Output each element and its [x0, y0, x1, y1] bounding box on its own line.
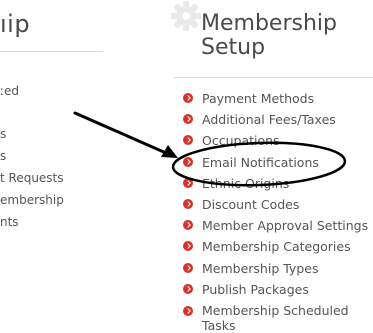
menu-item-label: Membership Categories — [202, 239, 351, 255]
menu-item-membership-scheduled-tasks[interactable]: Membership Scheduled Tasks — [170, 300, 373, 333]
menu-item-discount-codes[interactable]: Discount Codes — [170, 194, 373, 215]
menu-item-label: Email Notifications — [202, 154, 319, 170]
left-panel-divider — [0, 51, 103, 52]
chevron-circle-right-icon — [183, 262, 193, 273]
menu-item-label: Additional Fees/Taxes — [202, 112, 336, 128]
menu-item-label: Membership Types — [202, 260, 319, 276]
menu-item-membership-categories[interactable]: Membership Categories — [170, 236, 373, 257]
menu-item-label: Ethnic Origins — [202, 175, 290, 191]
chevron-circle-right-icon — [183, 93, 193, 103]
chevron-circle-right-icon — [183, 283, 193, 294]
chevron-circle-right-icon — [183, 114, 193, 125]
gear-icon — [171, 1, 201, 31]
membership-setup-menu: Payment Methods Additional Fees/Taxes Oc… — [170, 88, 373, 333]
left-panel-item[interactable]: t Requests — [0, 171, 64, 185]
menu-item-label: Payment Methods — [202, 91, 315, 106]
menu-item-label: Member Approval Settings — [202, 218, 369, 234]
chevron-circle-right-icon — [183, 156, 193, 167]
left-panel-item[interactable]: embership — [0, 193, 64, 207]
chevron-circle-right-icon — [183, 177, 193, 188]
left-panel-item[interactable]: s — [0, 127, 6, 141]
menu-item-email-notifications[interactable]: Email Notifications — [170, 152, 373, 173]
menu-item-member-approval-settings[interactable]: Member Approval Settings — [170, 215, 373, 236]
chevron-circle-right-icon — [183, 220, 193, 231]
page-title-line-1: Membership — [201, 11, 337, 36]
membership-setup-panel: Membership Setup Payment Methods Additio… — [170, 0, 373, 333]
page-title: Membership Setup — [201, 12, 337, 60]
left-panel-item[interactable]: ːed — [0, 84, 19, 98]
chevron-circle-right-icon — [183, 135, 193, 146]
menu-item-label: Discount Codes — [202, 196, 300, 212]
menu-item-additional-fees-taxes[interactable]: Additional Fees/Taxes — [170, 109, 373, 130]
left-panel-item[interactable]: s — [0, 149, 6, 163]
left-panel: ıip ːed s s t Requests embership nts — [0, 0, 105, 333]
menu-item-label: Membership Scheduled Tasks — [202, 302, 349, 333]
left-panel-item[interactable]: nts — [0, 215, 19, 229]
menu-item-occupations[interactable]: Occupations — [170, 130, 373, 151]
chevron-circle-right-icon — [183, 198, 193, 209]
menu-item-membership-types[interactable]: Membership Types — [170, 258, 373, 279]
menu-item-payment-methods[interactable]: Payment Methods — [170, 88, 373, 109]
menu-item-publish-packages[interactable]: Publish Packages — [170, 279, 373, 300]
page-title-line-2: Setup — [201, 35, 266, 60]
menu-item-ethnic-origins[interactable]: Ethnic Origins — [170, 173, 373, 194]
title-divider — [174, 77, 373, 78]
menu-item-label: Publish Packages — [202, 281, 309, 297]
menu-item-label: Occupations — [202, 133, 280, 149]
chevron-circle-right-icon — [183, 305, 193, 316]
chevron-circle-right-icon — [183, 241, 193, 252]
left-panel-title: ıip — [0, 10, 31, 38]
